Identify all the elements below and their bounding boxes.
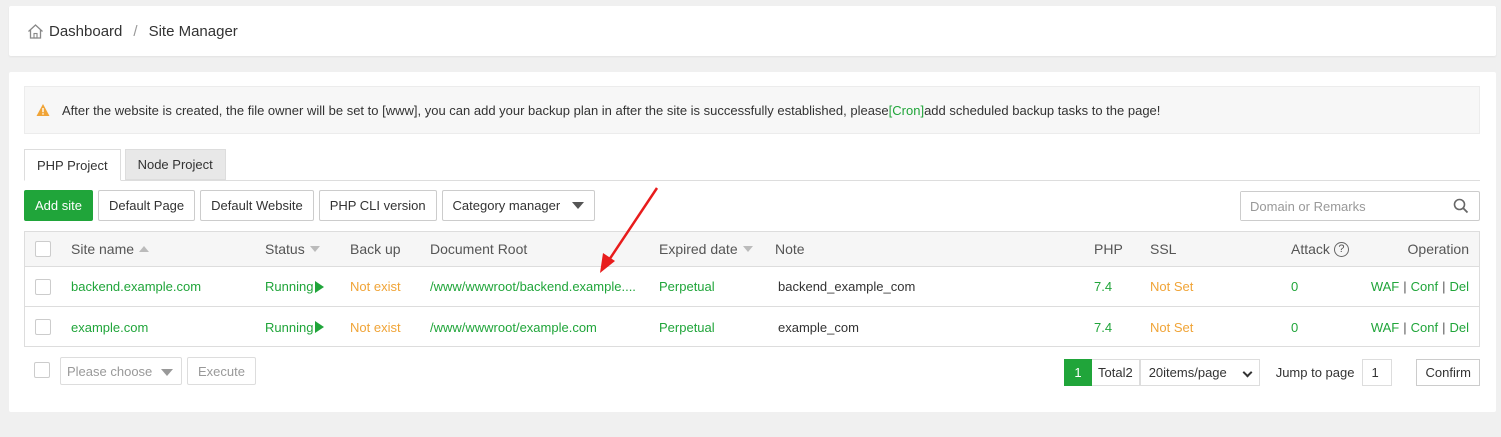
note-text[interactable]: backend_example_com: [778, 267, 915, 306]
breadcrumb-current: Site Manager: [148, 22, 238, 40]
conf-link[interactable]: Conf: [1411, 320, 1438, 335]
attack-count[interactable]: 0: [1291, 267, 1298, 306]
page-number-current[interactable]: 1: [1064, 358, 1092, 386]
status-toggle[interactable]: Running: [265, 307, 325, 347]
sort-desc-icon: [309, 246, 320, 252]
header-php: PHP: [1094, 241, 1123, 257]
default-page-button[interactable]: Default Page: [97, 190, 196, 221]
help-icon[interactable]: ?: [1333, 241, 1349, 257]
jump-to-page-label: Jump to page: [1275, 364, 1355, 380]
php-version-link[interactable]: 7.4: [1094, 307, 1112, 347]
expired-date-link[interactable]: Perpetual: [659, 267, 715, 306]
operation-links: WAF | Conf | Del: [1370, 279, 1469, 294]
home-icon[interactable]: [27, 23, 44, 40]
search-input[interactable]: [1241, 192, 1453, 220]
warning-icon: [36, 103, 50, 117]
breadcrumb: Dashboard / Site Manager: [9, 6, 1496, 56]
attack-count[interactable]: 0: [1291, 307, 1298, 347]
batch-select-checkbox[interactable]: [34, 362, 50, 378]
breadcrumb-dashboard-link[interactable]: Dashboard: [49, 23, 122, 40]
chevron-down-icon: [1242, 367, 1253, 377]
ssl-link[interactable]: Not Set: [1150, 267, 1193, 306]
table-header: Site name Status Back up Document Root E…: [25, 232, 1479, 267]
sort-asc-icon: [139, 246, 150, 252]
header-document-root: Document Root: [430, 241, 528, 257]
sort-desc-icon: [742, 246, 753, 252]
conf-link[interactable]: Conf: [1411, 279, 1438, 294]
header-note: Note: [775, 241, 805, 257]
header-attack: Attack?: [1291, 232, 1349, 266]
document-root-link[interactable]: /www/wwwroot/example.com: [430, 307, 597, 347]
php-cli-version-button[interactable]: PHP CLI version: [318, 190, 437, 221]
header-operation: Operation: [1407, 241, 1469, 257]
category-manager-dropdown[interactable]: Category manager: [441, 190, 596, 221]
backup-link[interactable]: Not exist: [350, 307, 401, 347]
caret-down-icon: [572, 202, 585, 209]
status-toggle[interactable]: Running: [265, 267, 325, 306]
table-row: example.com Running Not exist /www/wwwro…: [25, 307, 1479, 347]
header-status[interactable]: Status: [265, 232, 320, 266]
expired-date-link[interactable]: Perpetual: [659, 307, 715, 347]
caret-down-icon: [161, 369, 173, 376]
breadcrumb-separator: /: [133, 22, 138, 40]
row-checkbox[interactable]: [35, 319, 51, 335]
notice-banner: After the website is created, the file o…: [24, 86, 1480, 134]
confirm-button[interactable]: Confirm: [1416, 358, 1480, 386]
batch-action-select[interactable]: Please choose: [60, 357, 182, 385]
cron-link[interactable]: [Cron]: [889, 103, 924, 118]
notice-text: After the website is created, the file o…: [62, 102, 1161, 118]
default-website-button[interactable]: Default Website: [200, 190, 314, 221]
note-text[interactable]: example_com: [778, 307, 859, 347]
jump-to-page-input[interactable]: 1: [1362, 358, 1393, 386]
toolbar: Add site Default Page Default Website PH…: [24, 190, 600, 222]
operation-links: WAF | Conf | Del: [1370, 319, 1469, 335]
site-name-link[interactable]: backend.example.com: [71, 267, 201, 306]
table-footer: Please choose Execute 1 Total2 20items/p…: [24, 356, 1480, 388]
site-table: Site name Status Back up Document Root E…: [24, 231, 1480, 347]
site-manager-panel: After the website is created, the file o…: [9, 72, 1496, 412]
project-tabs: PHP Project Node Project: [24, 149, 1480, 181]
waf-link[interactable]: WAF: [1371, 279, 1399, 294]
search-icon[interactable]: [1453, 198, 1469, 214]
execute-button[interactable]: Execute: [187, 357, 256, 385]
del-link[interactable]: Del: [1449, 320, 1469, 335]
row-checkbox[interactable]: [35, 278, 51, 295]
backup-link[interactable]: Not exist: [350, 267, 401, 306]
php-version-link[interactable]: 7.4: [1094, 267, 1112, 306]
play-icon: [315, 280, 325, 293]
select-all-checkbox-cell: [35, 232, 51, 266]
items-per-page-select[interactable]: 20items/page: [1139, 358, 1260, 386]
header-site-name[interactable]: Site name: [71, 232, 150, 266]
pagination: 1 Total2 20items/page Jump to page 1 Con…: [1064, 356, 1480, 388]
document-root-link[interactable]: /www/wwwroot/backend.example....: [430, 267, 636, 306]
total-count: Total2: [1092, 358, 1140, 386]
tab-php-project[interactable]: PHP Project: [24, 149, 121, 181]
add-site-button[interactable]: Add site: [24, 190, 93, 221]
header-ssl: SSL: [1150, 241, 1177, 257]
search-box: [1240, 191, 1480, 221]
header-expired-date[interactable]: Expired date: [659, 232, 753, 266]
site-name-link[interactable]: example.com: [71, 307, 148, 347]
waf-link[interactable]: WAF: [1371, 320, 1399, 335]
select-all-checkbox[interactable]: [35, 241, 51, 257]
ssl-link[interactable]: Not Set: [1150, 307, 1193, 347]
tab-node-project[interactable]: Node Project: [124, 149, 226, 180]
table-row: backend.example.com Running Not exist /w…: [25, 267, 1479, 307]
play-icon: [315, 321, 325, 333]
header-backup: Back up: [350, 241, 401, 257]
del-link[interactable]: Del: [1449, 279, 1469, 294]
